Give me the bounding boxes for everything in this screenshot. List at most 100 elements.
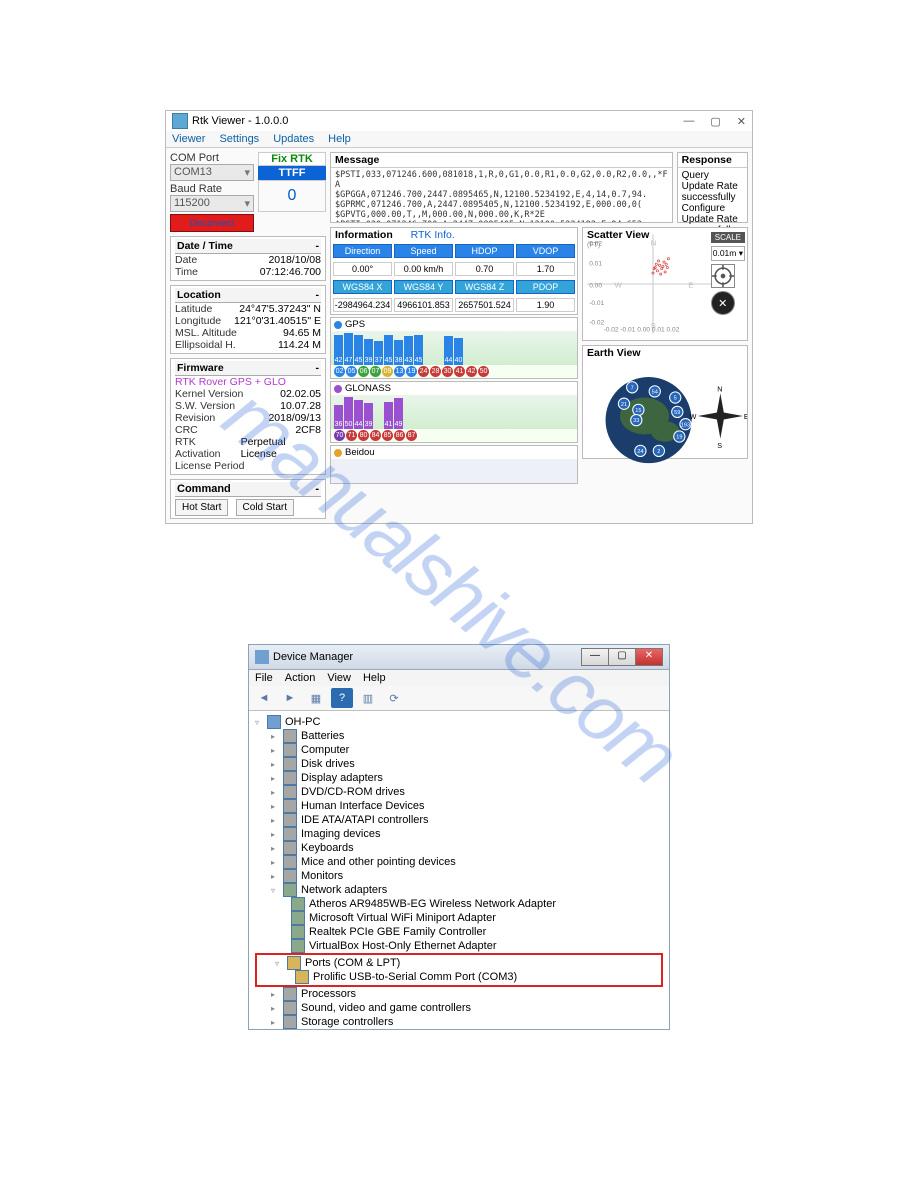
scan-icon[interactable]: ▥	[357, 688, 379, 708]
tree-item[interactable]: ▸Sound, video and game controllers	[255, 1001, 663, 1015]
baud-select[interactable]: 115200▾	[170, 195, 254, 212]
menu-updates[interactable]: Updates	[273, 133, 314, 145]
tree-item[interactable]: ▸Disk drives	[255, 757, 663, 771]
info-cell: 0.70	[455, 262, 514, 276]
message-log[interactable]: $PSTI,033,071246.600,081018,1,R,0,G1,0.0…	[331, 167, 672, 222]
expand-icon[interactable]: ▸	[271, 774, 279, 783]
collapse-icon[interactable]: -	[316, 240, 320, 252]
svg-text:0.00: 0.00	[589, 282, 602, 289]
refresh-icon[interactable]: ⟳	[383, 688, 405, 708]
expand-icon[interactable]: ▸	[271, 732, 279, 741]
menu-view[interactable]: View	[327, 672, 351, 684]
response-header: Response	[682, 154, 732, 166]
ttff-value: 0	[258, 180, 326, 212]
collapse-icon[interactable]: -	[316, 362, 320, 374]
info-cell: PDOP	[516, 280, 575, 294]
expand-icon[interactable]: ▿	[255, 718, 263, 727]
sat-id: 84	[370, 430, 381, 441]
menu-help[interactable]: Help	[363, 672, 386, 684]
maximize-button[interactable]: ▢	[710, 115, 720, 128]
target-icon[interactable]	[711, 264, 735, 288]
rtkinfo-tab[interactable]: RTK Info.	[411, 229, 455, 241]
device-tree[interactable]: ▿OH-PC ▸Batteries▸Computer▸Disk drives▸D…	[249, 711, 669, 1029]
tree-item[interactable]: ▸DVD/CD-ROM drives	[255, 785, 663, 799]
titlebar: Device Manager — ▢ ✕	[249, 645, 669, 670]
tree-item[interactable]: ▸Processors	[255, 987, 663, 1001]
expand-icon[interactable]: ▸	[271, 872, 279, 881]
window-title: Rtk Viewer - 1.0.0.0	[192, 115, 288, 127]
tree-item[interactable]: ▸Human Interface Devices	[255, 799, 663, 813]
response-log[interactable]: Query Update Rate successfully Configure…	[678, 167, 747, 222]
expand-icon[interactable]: ▸	[271, 858, 279, 867]
tree-item[interactable]: Microsoft Virtual WiFi Miniport Adapter	[255, 911, 663, 925]
help-icon[interactable]: ?	[331, 688, 353, 708]
info-cell: WGS84 Y	[394, 280, 453, 294]
expand-icon[interactable]: ▸	[271, 802, 279, 811]
sat-id: 19	[406, 366, 417, 377]
comport-select[interactable]: COM13▾	[170, 164, 254, 181]
menu-action[interactable]: Action	[285, 672, 316, 684]
tree-item[interactable]: ▸Mice and other pointing devices	[255, 855, 663, 869]
tree-item[interactable]: Atheros AR9485WB-EG Wireless Network Ada…	[255, 897, 663, 911]
expand-icon[interactable]: ▸	[271, 990, 279, 999]
tree-item[interactable]: Network adapters	[301, 884, 387, 896]
expand-icon[interactable]: ▿	[275, 959, 283, 968]
menu-file[interactable]: File	[255, 672, 273, 684]
expand-icon[interactable]: ▸	[271, 788, 279, 797]
hot-start-button[interactable]: Hot Start	[175, 499, 228, 516]
collapse-icon[interactable]: -	[316, 289, 320, 301]
port-item[interactable]: Prolific USB-to-Serial Comm Port (COM3)	[313, 971, 517, 983]
adapter-icon	[291, 897, 305, 911]
device-icon	[283, 869, 297, 883]
network-icon	[283, 883, 297, 897]
adapter-icon	[291, 939, 305, 953]
tree-item-ports[interactable]: Ports (COM & LPT)	[305, 957, 400, 969]
menu-viewer[interactable]: Viewer	[172, 133, 205, 145]
device-manager-window: Device Manager — ▢ ✕ File Action View He…	[248, 644, 670, 1030]
device-icon	[283, 1001, 297, 1015]
svg-text:59: 59	[674, 410, 680, 416]
computer-icon	[267, 715, 281, 729]
expand-icon[interactable]: ▸	[271, 830, 279, 839]
forward-icon[interactable]: ►	[279, 688, 301, 708]
tree-item[interactable]: ▸Imaging devices	[255, 827, 663, 841]
cancel-icon[interactable]: ✕	[711, 291, 735, 315]
collapse-icon[interactable]: -	[315, 483, 319, 495]
tree-item[interactable]: ▸Storage controllers	[255, 1015, 663, 1029]
back-icon[interactable]: ◄	[253, 688, 275, 708]
cold-start-button[interactable]: Cold Start	[236, 499, 294, 516]
disconnect-button[interactable]: Disconnect	[170, 214, 254, 232]
tree-item[interactable]: ▸Keyboards	[255, 841, 663, 855]
sat-bar: 49	[394, 398, 403, 429]
menu-settings[interactable]: Settings	[219, 133, 259, 145]
info-cell: 0.00°	[333, 262, 392, 276]
expand-icon[interactable]: ▸	[271, 746, 279, 755]
expand-icon[interactable]: ▸	[271, 816, 279, 825]
close-button[interactable]: ✕	[635, 648, 663, 666]
tree-item[interactable]: ▸Monitors	[255, 869, 663, 883]
tree-item[interactable]: ▸Display adapters	[255, 771, 663, 785]
baud-label: Baud Rate	[170, 183, 254, 195]
tree-item[interactable]: ▸Computer	[255, 743, 663, 757]
firmware-header: Firmware-	[175, 361, 321, 376]
tree-item[interactable]: Realtek PCIe GBE Family Controller	[255, 925, 663, 939]
svg-text:2: 2	[657, 449, 660, 455]
expand-icon[interactable]: ▿	[271, 886, 279, 895]
maximize-button[interactable]: ▢	[608, 648, 636, 666]
scale-select[interactable]: 0.01m ▾	[711, 246, 745, 261]
tree-root[interactable]: OH-PC	[285, 716, 320, 728]
minimize-button[interactable]: —	[683, 115, 694, 128]
glonass-panel: GLONASS 365044394149 70718084858687	[330, 381, 578, 443]
expand-icon[interactable]: ▸	[271, 1018, 279, 1027]
expand-icon[interactable]: ▸	[271, 1004, 279, 1013]
tree-item[interactable]: ▸Batteries	[255, 729, 663, 743]
tree-item[interactable]: VirtualBox Host-Only Ethernet Adapter	[255, 939, 663, 953]
tree-item[interactable]: ▸IDE ATA/ATAPI controllers	[255, 813, 663, 827]
menu-help[interactable]: Help	[328, 133, 351, 145]
expand-icon[interactable]: ▸	[271, 760, 279, 769]
expand-icon[interactable]: ▸	[271, 844, 279, 853]
ports-icon	[287, 956, 301, 970]
minimize-button[interactable]: —	[581, 648, 609, 666]
close-button[interactable]: ✕	[737, 115, 746, 128]
show-icon[interactable]: ▦	[305, 688, 327, 708]
